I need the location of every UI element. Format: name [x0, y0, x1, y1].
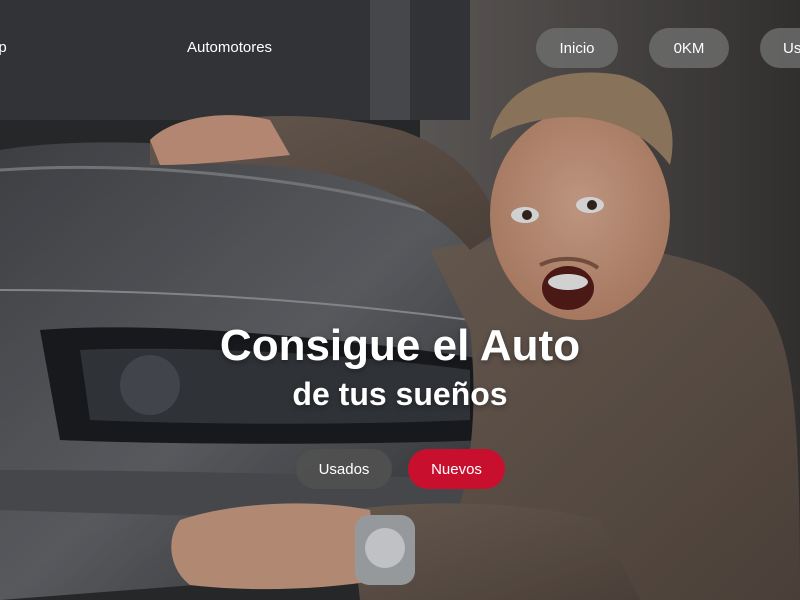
hero-headline: Consigue el Auto — [219, 321, 581, 370]
nuevos-button[interactable]: Nuevos — [408, 449, 505, 489]
usados-button[interactable]: Usados — [296, 449, 392, 489]
nav-button-0km[interactable]: 0KM — [649, 28, 729, 68]
hero-section: pp Automotores Inicio 0KM Us Consigue el… — [0, 0, 800, 600]
top-navbar: pp Automotores Inicio 0KM Us — [0, 0, 800, 96]
nav-link-automotores[interactable]: Automotores — [187, 39, 272, 56]
brand-text[interactable]: pp — [0, 39, 7, 56]
nav-button-inicio[interactable]: Inicio — [536, 28, 618, 68]
hero-subheadline: de tus sueños — [292, 376, 508, 412]
nav-button-usados[interactable]: Us — [760, 28, 800, 68]
